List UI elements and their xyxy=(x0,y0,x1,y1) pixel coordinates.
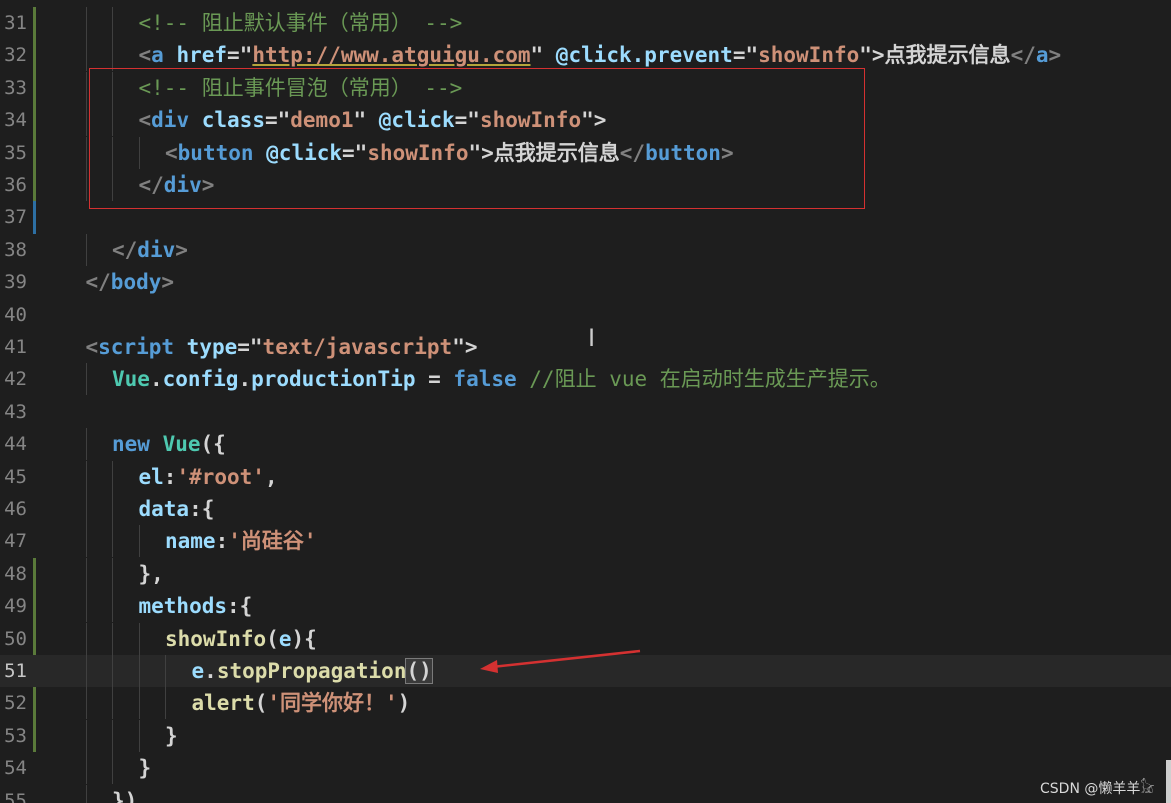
csdn-watermark: CSDN @懒羊羊𓃠 xyxy=(1040,781,1155,797)
arrow-head xyxy=(480,660,498,673)
annotation-arrow xyxy=(480,649,641,673)
arrow-shaft xyxy=(491,649,641,669)
mouse-ibeam-cursor-icon: I xyxy=(588,324,596,352)
code-editor[interactable]: 31 <!-- 阻止默认事件（常用） --> 32 <a href="http://w… xyxy=(0,0,1171,803)
vertical-scrollbar[interactable] xyxy=(1166,760,1171,803)
